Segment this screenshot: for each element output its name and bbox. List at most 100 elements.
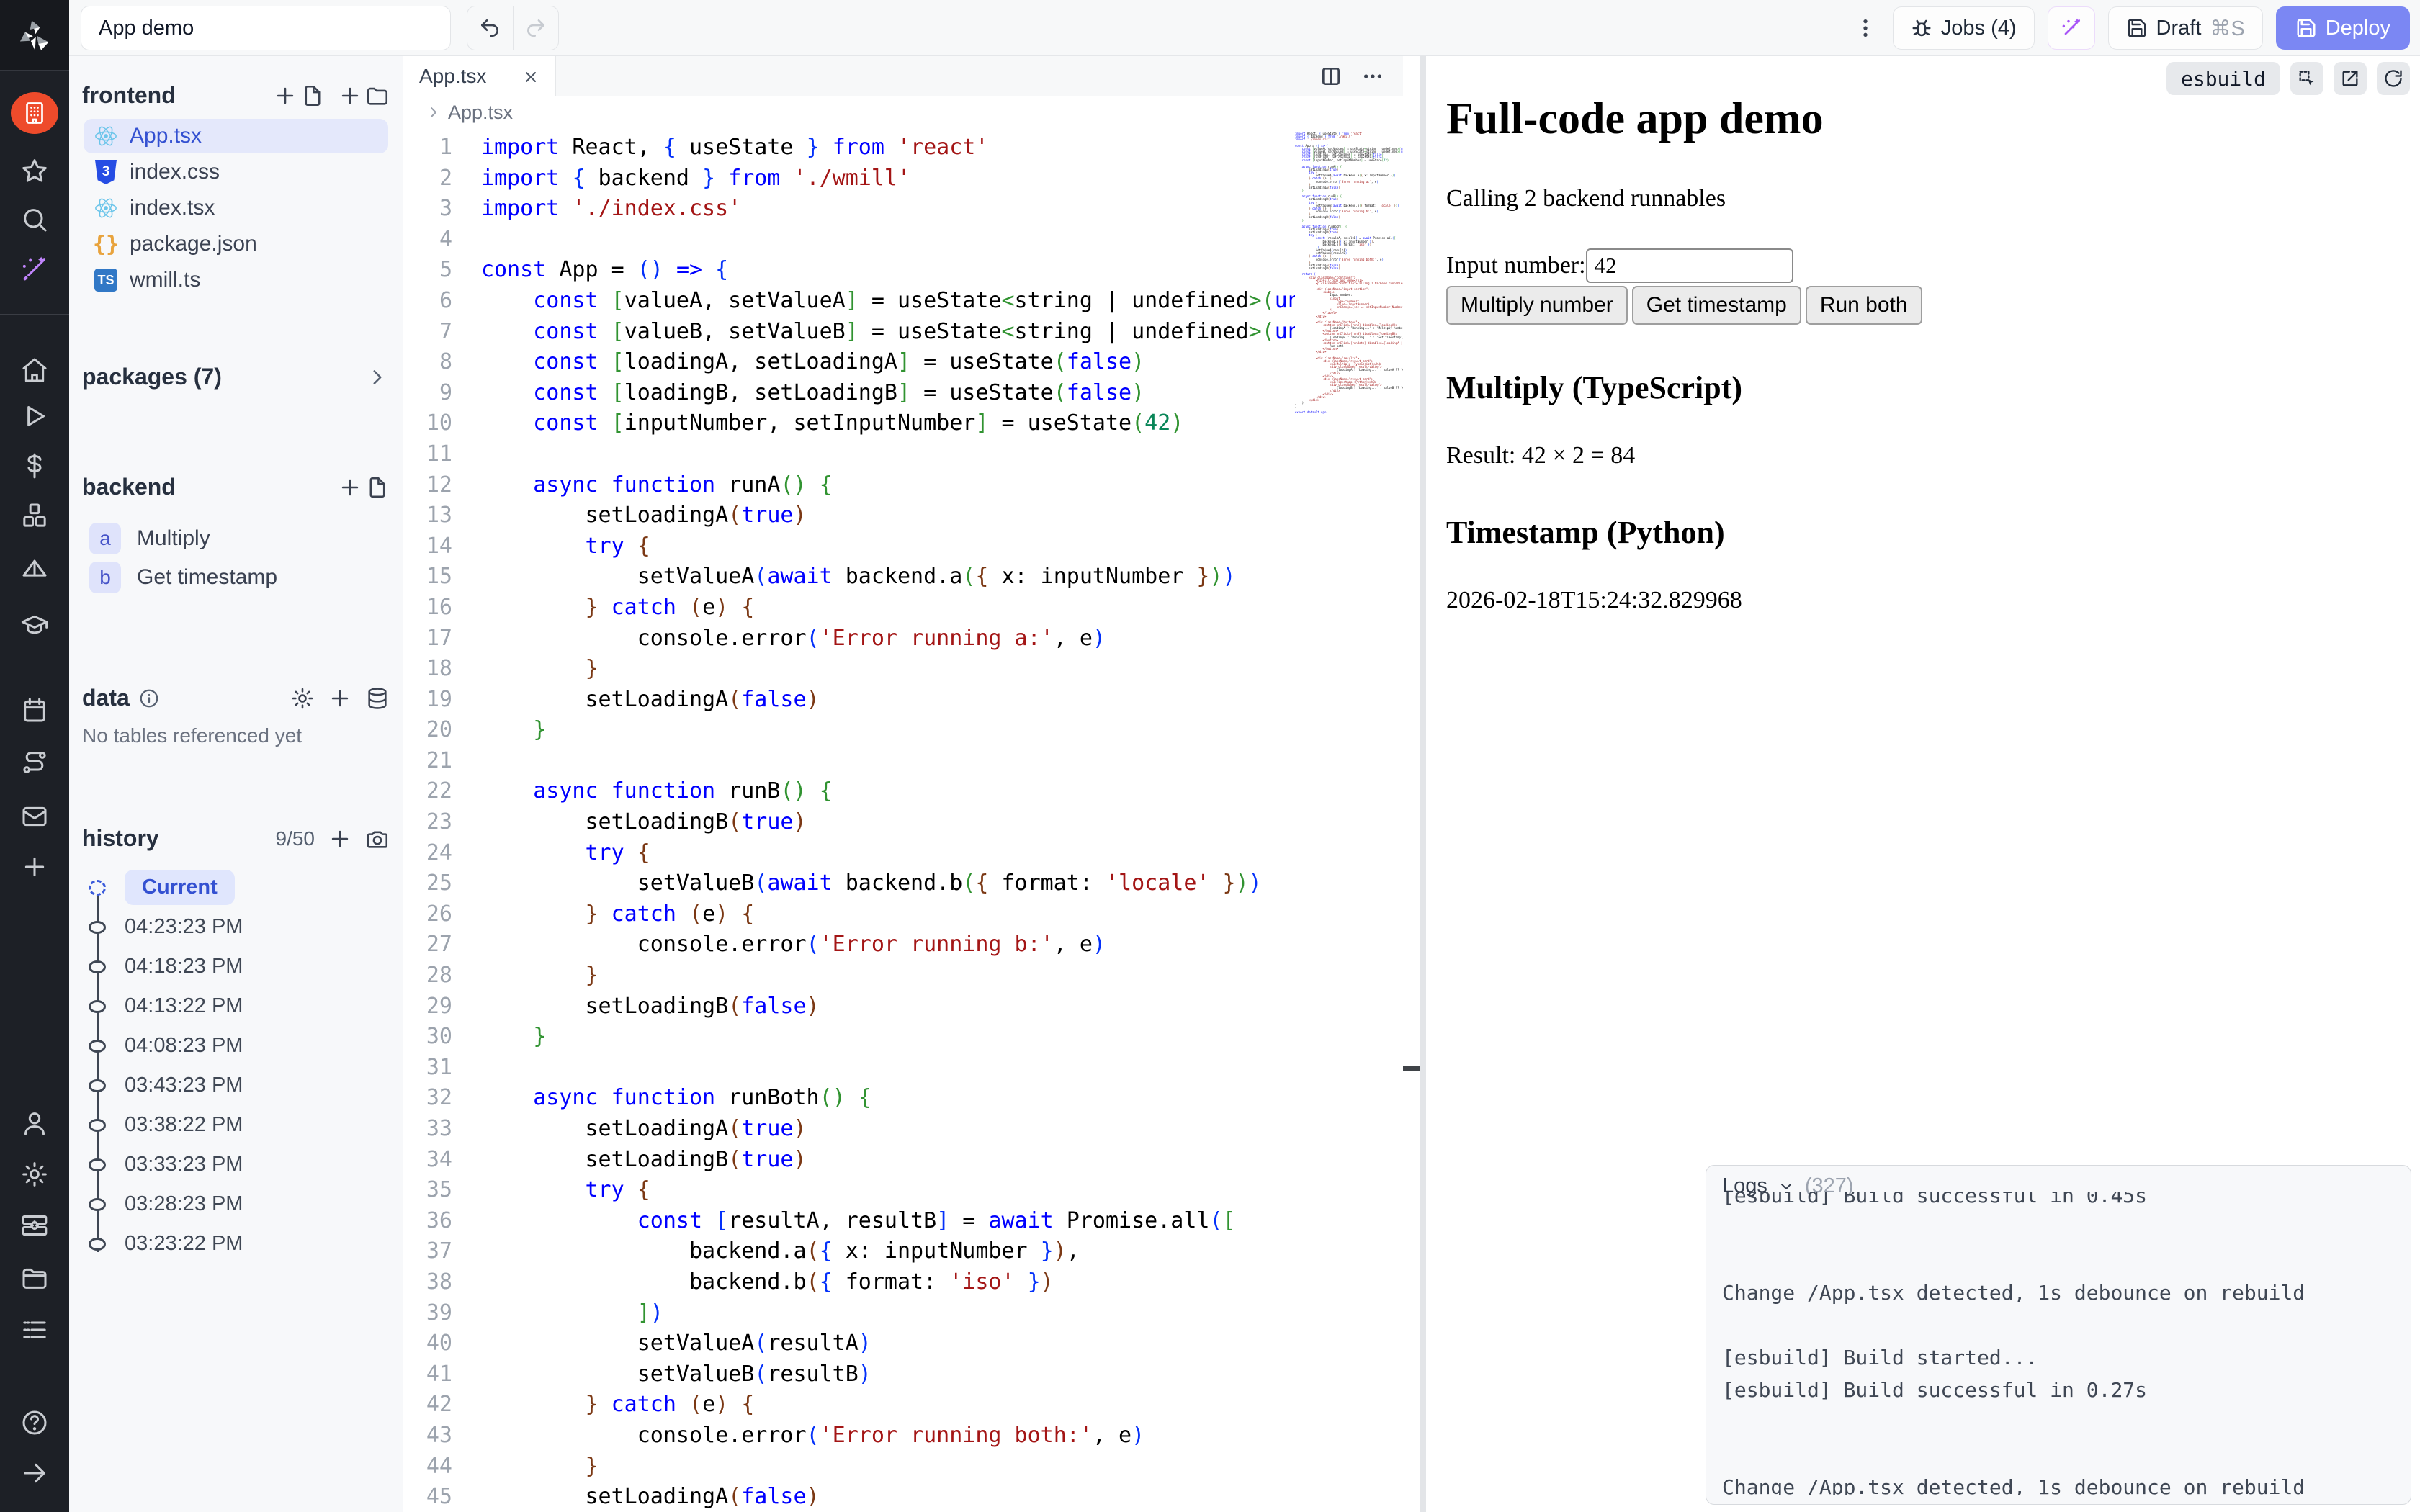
rail-item-star[interactable] [0, 156, 69, 187]
rail-item-list[interactable] [0, 1314, 69, 1346]
editor-minimap[interactable]: import React, { useState } from 'react'i… [1295, 132, 1403, 1512]
input-number-field[interactable] [1586, 248, 1793, 283]
app-name-input[interactable] [81, 6, 451, 50]
code-line[interactable]: 39 ]) [403, 1298, 1295, 1329]
tab-app-tsx[interactable]: App.tsx [403, 56, 556, 96]
code-line[interactable]: 24 try { [403, 838, 1295, 869]
run-both-button[interactable]: Run both [1806, 286, 1922, 325]
code-line[interactable]: 10 const [inputNumber, setInputNumber] =… [403, 408, 1295, 439]
undo-button[interactable] [467, 6, 513, 50]
history-entry[interactable]: 04:18:23 PM [82, 947, 390, 986]
code-line[interactable]: 20 } [403, 715, 1295, 746]
code-line[interactable]: 17 console.error('Error running a:', e) [403, 624, 1295, 654]
redo-button[interactable] [513, 6, 559, 50]
code-line[interactable]: 18 } [403, 654, 1295, 685]
code-line[interactable]: 1import React, { useState } from 'react' [403, 132, 1295, 163]
code-line[interactable]: 33 setLoadingA(true) [403, 1114, 1295, 1145]
rail-item-dollar[interactable] [0, 450, 69, 482]
rail-item-wand[interactable] [0, 253, 69, 285]
code-line[interactable]: 6 const [valueA, setValueA] = useState<s… [403, 286, 1295, 317]
file-item-index-tsx[interactable]: index.tsx [84, 191, 388, 225]
file-item-package-json[interactable]: {}package.json [84, 227, 388, 261]
code-line[interactable]: 3import './index.css' [403, 194, 1295, 225]
history-entry[interactable]: 03:23:22 PM [82, 1224, 390, 1264]
jobs-button[interactable]: Jobs (4) [1893, 6, 2035, 50]
editor-more-icon[interactable] [1361, 65, 1384, 88]
code-line[interactable]: 36 const [resultA, resultB] = await Prom… [403, 1206, 1295, 1237]
rail-item-mail[interactable] [0, 801, 69, 832]
windmill-logo[interactable] [0, 0, 69, 71]
add-file-button[interactable] [273, 84, 325, 108]
code-line[interactable]: 13 setLoadingA(true) [403, 500, 1295, 531]
history-current[interactable]: Current [82, 868, 390, 907]
get-timestamp-button[interactable]: Get timestamp [1632, 286, 1801, 325]
code-line[interactable]: 37 backend.a({ x: inputNumber }), [403, 1236, 1295, 1267]
code-line[interactable]: 7 const [valueB, setValueB] = useState<s… [403, 317, 1295, 348]
camera-icon[interactable] [365, 827, 390, 851]
editor-breadcrumb[interactable]: App.tsx [403, 96, 1403, 128]
code-line[interactable]: 30 } [403, 1022, 1295, 1053]
rail-item-gear[interactable] [0, 1158, 69, 1190]
code-line[interactable]: 31 [403, 1053, 1295, 1084]
rail-item-arrow-right[interactable] [0, 1457, 69, 1489]
code-line[interactable]: 8 const [loadingA, setLoadingA] = useSta… [403, 347, 1295, 378]
code-line[interactable]: 26 } catch (e) { [403, 899, 1295, 930]
rail-item-plus[interactable] [0, 851, 69, 883]
draft-button[interactable]: Draft ⌘S [2108, 6, 2263, 50]
deploy-button[interactable]: Deploy [2276, 6, 2410, 50]
code-line[interactable]: 34 setLoadingB(true) [403, 1145, 1295, 1176]
panel-resize-divider[interactable] [1403, 56, 1426, 1512]
history-entry[interactable]: 03:38:22 PM [82, 1105, 390, 1145]
runnable-multiply[interactable]: aMultiply [82, 519, 390, 558]
history-entry[interactable]: 03:43:23 PM [82, 1066, 390, 1105]
rail-item-route[interactable] [0, 747, 69, 778]
close-tab-icon[interactable] [522, 68, 539, 85]
code-line[interactable]: 16 } catch (e) { [403, 593, 1295, 624]
resize-handle[interactable] [1403, 1066, 1420, 1071]
code-line[interactable]: 23 setLoadingB(true) [403, 807, 1295, 838]
rail-item-search[interactable] [0, 204, 69, 235]
ai-wand-button[interactable] [2048, 6, 2095, 50]
add-runnable-button[interactable] [338, 475, 390, 500]
code-line[interactable]: 25 setValueB(await backend.b({ format: '… [403, 868, 1295, 899]
code-line[interactable]: 2import { backend } from './wmill' [403, 163, 1295, 194]
code-line[interactable]: 12 async function runA() { [403, 470, 1295, 501]
code-line[interactable]: 5const App = () => { [403, 255, 1295, 286]
code-line[interactable]: 41 setValueB(resultB) [403, 1359, 1295, 1390]
refresh-preview-button[interactable] [2377, 62, 2410, 95]
open-in-new-tab-button[interactable] [2334, 62, 2367, 95]
history-entry[interactable]: 03:33:23 PM [82, 1145, 390, 1184]
add-snapshot-button[interactable] [328, 827, 352, 851]
code-line[interactable]: 22 async function runB() { [403, 776, 1295, 807]
code-line[interactable]: 42 } catch (e) { [403, 1390, 1295, 1421]
rail-item-help[interactable] [0, 1407, 69, 1439]
code-line[interactable]: 43 console.error('Error running both:', … [403, 1421, 1295, 1452]
rail-item-calendar[interactable] [0, 694, 69, 726]
code-line[interactable]: 29 setLoadingB(false) [403, 991, 1295, 1022]
database-icon[interactable] [365, 686, 390, 711]
history-entry[interactable]: 03:28:23 PM [82, 1184, 390, 1224]
multiply-number-button[interactable]: Multiply number [1446, 286, 1628, 325]
rail-item-home[interactable] [0, 354, 69, 386]
add-data-button[interactable] [328, 686, 352, 711]
code-line[interactable]: 45 setLoadingA(false) [403, 1482, 1295, 1512]
logs-output[interactable]: [esbuild] Build successful in 0.45s Chan… [1706, 1192, 2411, 1495]
code-area[interactable]: 1import React, { useState } from 'react'… [403, 128, 1403, 1512]
rail-item-play[interactable] [0, 400, 69, 432]
code-line[interactable]: 4 [403, 225, 1295, 256]
split-editor-icon[interactable] [1319, 65, 1343, 88]
code-line[interactable]: 21 [403, 746, 1295, 777]
file-item-app-tsx[interactable]: App.tsx [84, 119, 388, 153]
code-line[interactable]: 9 const [loadingB, setLoadingB] = useSta… [403, 378, 1295, 409]
rail-item-boxes[interactable] [0, 500, 69, 531]
chevron-right-icon[interactable] [365, 365, 390, 390]
data-settings-button[interactable] [290, 686, 315, 711]
code-line[interactable]: 44 } [403, 1452, 1295, 1482]
rail-item-prism[interactable] [0, 553, 69, 585]
inspect-element-button[interactable] [2290, 62, 2323, 95]
code-line[interactable]: 14 try { [403, 531, 1295, 562]
code-line[interactable]: 27 console.error('Error running b:', e) [403, 930, 1295, 960]
code-line[interactable]: 32 async function runBoth() { [403, 1083, 1295, 1114]
runnable-get-timestamp[interactable]: bGet timestamp [82, 558, 390, 597]
code-line[interactable]: 15 setValueA(await backend.a({ x: inputN… [403, 562, 1295, 593]
